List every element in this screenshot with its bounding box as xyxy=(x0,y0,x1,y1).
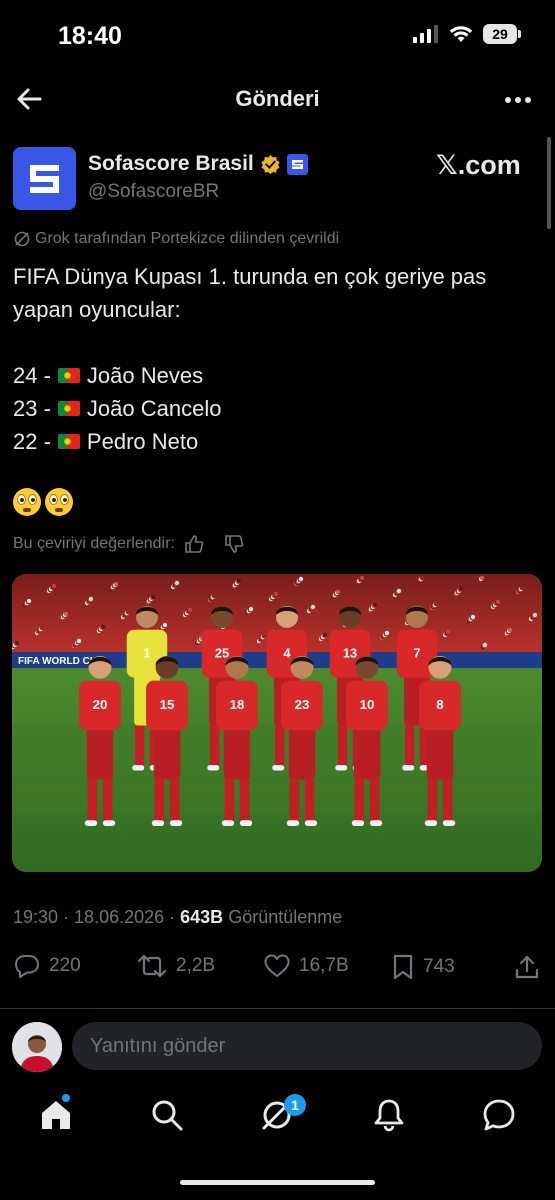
author-name-row[interactable]: Sofascore Brasil xyxy=(88,152,308,176)
jersey-number: 4 xyxy=(283,645,291,660)
reply-placeholder: Yanıtını gönder xyxy=(90,1035,226,1057)
grok-icon xyxy=(14,231,30,247)
repost-button[interactable]: 2,2B xyxy=(136,953,215,979)
team-photo-illustration: FIFA WORLD CUP 1 25 4 13 7 20 15 18 23 10 8 xyxy=(12,574,542,872)
post-date: 18.06.2026 xyxy=(74,907,165,927)
share-icon xyxy=(515,955,539,979)
author-handle[interactable]: @SofascoreBR xyxy=(88,181,219,203)
jersey-number: 18 xyxy=(230,697,245,712)
player-line: 22 - Pedro Neto xyxy=(13,425,533,458)
divider xyxy=(0,1008,555,1009)
translation-note-text: Grok tarafından Portekizce dilinden çevr… xyxy=(35,230,340,247)
team-photo[interactable]: FIFA WORLD CUP 1 25 4 13 7 20 15 18 23 10 8 xyxy=(12,574,542,872)
action-bar: 220 2,2B 16,7B 743 xyxy=(0,945,555,989)
jersey-number: 13 xyxy=(343,645,357,660)
user-avatar[interactable] xyxy=(12,1022,62,1072)
player-count: 22 - xyxy=(13,429,51,454)
portugal-flag-icon xyxy=(57,401,80,416)
portugal-flag-icon xyxy=(57,368,80,383)
jersey-number: 20 xyxy=(93,697,108,712)
post-meta: 19:30 · 18.06.2026 · 643B Görüntülenme xyxy=(13,907,342,928)
jersey-number: 15 xyxy=(160,697,175,712)
bottom-tab-bar xyxy=(0,1085,555,1145)
home-indicator xyxy=(180,1180,375,1185)
battery-icon: 29 xyxy=(483,24,521,44)
home-icon[interactable] xyxy=(38,1097,74,1133)
status-icons: 29 xyxy=(413,24,521,44)
reply-button[interactable]: 220 xyxy=(13,953,81,979)
scrollbar[interactable] xyxy=(547,137,551,229)
jersey-number: 23 xyxy=(295,697,310,712)
repost-icon xyxy=(137,954,167,978)
flushed-face-icon xyxy=(45,488,73,516)
like-count: 16,7B xyxy=(299,955,349,976)
meta-separator: · xyxy=(164,907,181,927)
jersey-number: 25 xyxy=(215,645,229,660)
player-name: João Neves xyxy=(86,363,204,388)
jersey-number: 7 xyxy=(413,645,420,660)
meta-separator: · xyxy=(58,907,75,927)
sofascore-logo-icon xyxy=(13,147,76,210)
search-icon[interactable] xyxy=(149,1097,185,1133)
messages-badge: 1 xyxy=(284,1094,306,1116)
messages-icon[interactable] xyxy=(481,1097,517,1133)
share-button[interactable] xyxy=(513,953,541,981)
user-avatar-image xyxy=(12,1022,62,1072)
player-line: 24 - João Neves xyxy=(13,359,533,392)
translation-note: Grok tarafından Portekizce dilinden çevr… xyxy=(14,230,339,248)
reply-count: 220 xyxy=(49,955,81,976)
notifications-icon[interactable] xyxy=(371,1097,407,1133)
signal-icon xyxy=(413,25,438,43)
tweet-body: FIFA Dünya Kupası 1. turunda en çok geri… xyxy=(13,260,533,458)
author-name[interactable]: Sofascore Brasil xyxy=(88,152,254,176)
player-count: 24 - xyxy=(13,363,51,388)
status-time: 18:40 xyxy=(58,22,122,50)
flushed-face-icon xyxy=(13,488,41,516)
portugal-flag-icon xyxy=(57,434,80,449)
author-avatar[interactable] xyxy=(13,147,76,210)
view-count: 643B xyxy=(180,907,224,927)
top-nav: Gönderi xyxy=(0,72,555,126)
tweet-line: yapan oyuncular: xyxy=(13,297,181,322)
tweet-line: FIFA Dünya Kupası 1. turunda en çok geri… xyxy=(13,264,487,289)
jersey-number: 1 xyxy=(143,645,150,660)
thumbs-up-icon[interactable] xyxy=(183,533,205,555)
rate-translation-label: Bu çeviriyi değerlendir: xyxy=(13,535,175,552)
page-title: Gönderi xyxy=(235,86,320,111)
affiliate-badge-icon xyxy=(286,153,308,175)
status-bar: 18:40 29 xyxy=(0,0,555,70)
flushed-face-emojis xyxy=(13,488,73,516)
views-label: Görüntülenme xyxy=(228,907,343,927)
heart-icon xyxy=(264,954,290,977)
bookmark-count: 743 xyxy=(423,956,455,977)
home-notification-dot xyxy=(62,1094,70,1102)
thumbs-down-icon[interactable] xyxy=(223,533,245,555)
player-line: 23 - João Cancelo xyxy=(13,392,533,425)
player-name: Pedro Neto xyxy=(86,429,199,454)
bookmark-button[interactable]: 743 xyxy=(391,953,455,981)
repost-count: 2,2B xyxy=(176,955,216,976)
reply-icon xyxy=(15,955,39,978)
wifi-icon xyxy=(449,26,473,42)
post-time: 19:30 xyxy=(13,907,59,927)
player-count: 23 - xyxy=(13,396,51,421)
jersey-number: 10 xyxy=(360,697,375,712)
rate-translation: Bu çeviriyi değerlendir: xyxy=(13,533,245,555)
player-name: João Cancelo xyxy=(86,396,222,421)
verified-badge-icon xyxy=(261,154,280,174)
like-button[interactable]: 16,7B xyxy=(263,953,349,979)
more-options-icon[interactable] xyxy=(503,88,533,112)
bookmark-icon xyxy=(393,954,413,980)
x-com-label: 𝕏.com xyxy=(436,150,521,180)
jersey-number: 8 xyxy=(436,697,443,712)
